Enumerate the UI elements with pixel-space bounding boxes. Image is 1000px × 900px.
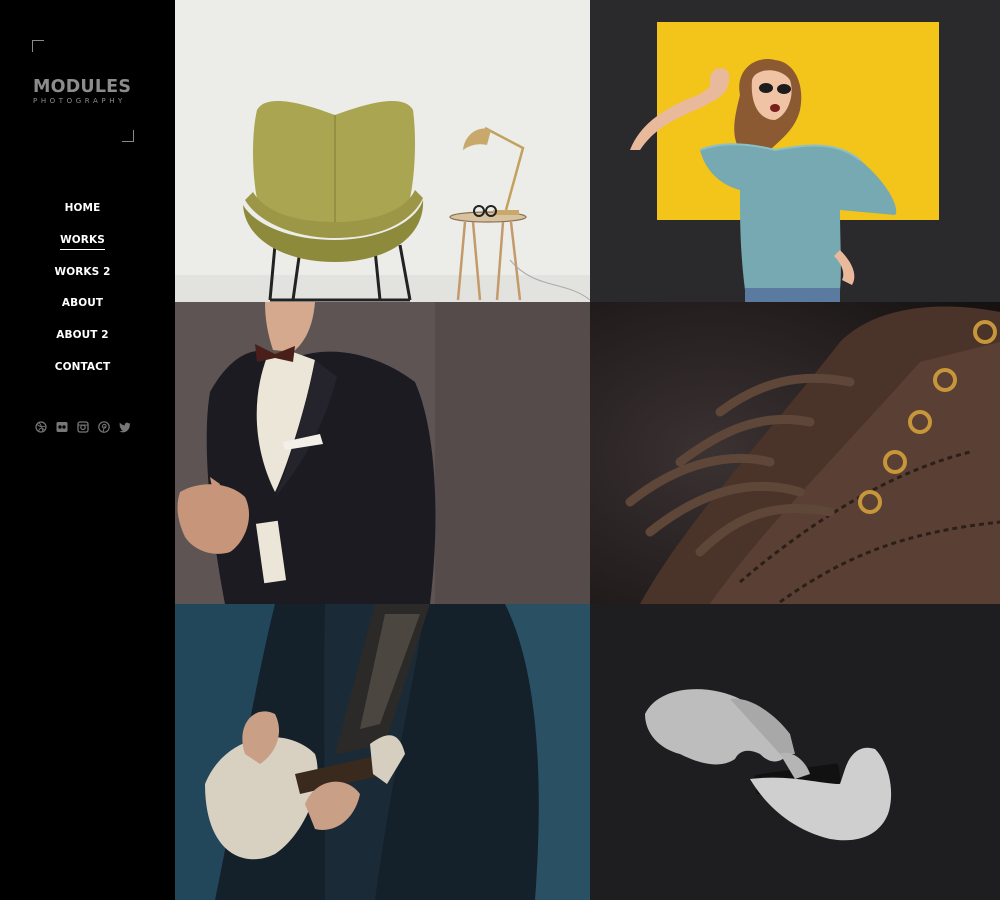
sidebar: MODULES PHOTOGRAPHY HOME WORKS WORKS 2 A… [0,0,175,900]
logo-subtitle: PHOTOGRAPHY [33,97,126,105]
nav-item-about-2: ABOUT 2 [0,325,165,357]
nav-link-about[interactable]: ABOUT [62,297,103,312]
hands-phone-image [590,604,1000,900]
social-links [35,421,131,433]
photo-guitarist[interactable] [175,604,590,900]
boot-image [590,302,1000,604]
nav-link-contact[interactable]: CONTACT [55,361,110,376]
nav-link-works-2[interactable]: WORKS 2 [55,266,111,281]
nav-link-works[interactable]: WORKS [60,234,105,250]
photo-woman-yellow-wall[interactable] [590,0,1000,302]
photo-boot-laces[interactable] [590,302,1000,604]
dribbble-icon[interactable] [35,421,47,433]
photo-chair-lamp[interactable] [175,0,590,302]
photo-man-suit[interactable] [175,302,590,604]
flickr-icon[interactable] [56,421,68,433]
main-nav: HOME WORKS WORKS 2 ABOUT ABOUT 2 CONTACT [0,198,165,389]
man-suit-image [175,302,590,604]
woman-yellow-image [590,0,1000,302]
nav-item-about: ABOUT [0,293,165,325]
logo-corner-top-left [32,40,44,52]
chair-lamp-image [175,0,590,302]
nav-item-works-2: WORKS 2 [0,262,165,294]
portfolio-grid [175,0,1000,900]
pinterest-icon[interactable] [98,421,110,433]
nav-link-home[interactable]: HOME [65,202,101,217]
instagram-icon[interactable] [77,421,89,433]
photo-hands-phone[interactable] [590,604,1000,900]
site-logo[interactable]: MODULES PHOTOGRAPHY [32,40,134,142]
nav-item-home: HOME [0,198,165,230]
guitarist-image [175,604,590,900]
nav-item-works: WORKS [0,230,165,262]
nav-item-contact: CONTACT [0,357,165,389]
twitter-icon[interactable] [119,421,131,433]
logo-corner-bottom-right [122,130,134,142]
logo-title: MODULES [33,77,132,97]
nav-link-about-2[interactable]: ABOUT 2 [56,329,108,344]
